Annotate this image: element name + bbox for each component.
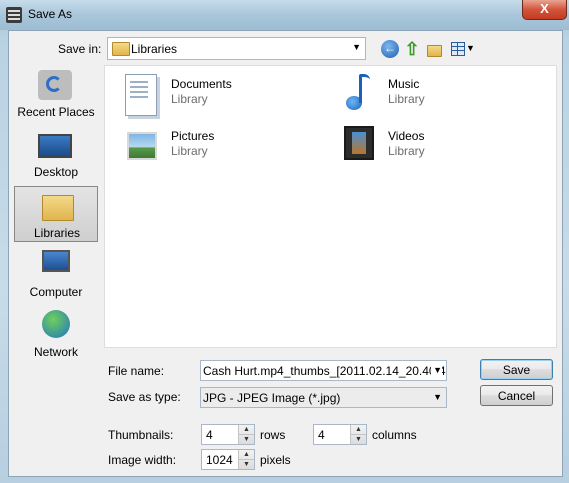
- library-music[interactable]: Music Library: [332, 74, 532, 114]
- library-name: Documents: [171, 77, 232, 91]
- rows-value: 4: [206, 428, 213, 442]
- place-label: Computer: [29, 285, 83, 299]
- spin-down-icon[interactable]: ▼: [239, 435, 254, 444]
- desktop-icon: [38, 134, 72, 158]
- cancel-button[interactable]: Cancel: [480, 385, 553, 406]
- rows-label: rows: [260, 428, 286, 442]
- pixels-label: pixels: [260, 453, 291, 467]
- app-icon: [6, 7, 22, 23]
- library-name: Videos: [388, 129, 425, 143]
- columns-spin-buttons[interactable]: ▲ ▼: [350, 425, 366, 444]
- library-type: Library: [388, 144, 425, 158]
- library-videos[interactable]: Videos Library: [332, 126, 532, 166]
- view-menu-icon[interactable]: ▼: [450, 40, 475, 58]
- network-icon: [42, 310, 70, 338]
- libraries-folder-icon: [112, 42, 130, 56]
- place-libraries[interactable]: Libraries: [14, 186, 98, 242]
- close-button[interactable]: X: [522, 0, 567, 20]
- place-desktop[interactable]: Desktop: [14, 126, 98, 182]
- library-pictures[interactable]: Pictures Library: [115, 126, 315, 166]
- spin-up-icon[interactable]: ▲: [239, 450, 254, 460]
- image-width-value: 1024: [206, 453, 233, 467]
- library-documents[interactable]: Documents Library: [115, 74, 315, 116]
- back-icon[interactable]: ←: [381, 40, 399, 58]
- library-name: Music: [388, 77, 420, 91]
- videos-icon: [344, 126, 374, 160]
- new-folder-icon[interactable]: [426, 40, 444, 58]
- save-button[interactable]: Save: [480, 359, 553, 380]
- file-name-value: Cash Hurt.mp4_thumbs_[2011.02.14_20.40.4…: [203, 364, 447, 378]
- computer-icon: [42, 250, 70, 272]
- place-computer[interactable]: Computer: [14, 246, 98, 302]
- chevron-down-icon: ▼: [352, 42, 361, 52]
- library-type: Library: [171, 144, 208, 158]
- file-name-input[interactable]: Cash Hurt.mp4_thumbs_[2011.02.14_20.40.4…: [200, 360, 447, 381]
- save-in-label: Save in:: [58, 42, 102, 56]
- save-as-type-value: JPG - JPEG Image (*.jpg): [203, 391, 341, 405]
- library-type: Library: [171, 92, 208, 106]
- spin-up-icon[interactable]: ▲: [351, 425, 366, 435]
- place-network[interactable]: Network: [14, 306, 98, 362]
- place-label: Libraries: [33, 226, 81, 240]
- chevron-down-icon: ▼: [431, 365, 442, 375]
- columns-value: 4: [318, 428, 325, 442]
- columns-label: columns: [372, 428, 417, 442]
- documents-icon: [125, 74, 157, 116]
- recent-places-icon: [38, 70, 72, 100]
- save-as-type-label: Save as type:: [108, 390, 181, 404]
- folder-icon: [42, 195, 74, 221]
- place-label: Recent Places: [17, 105, 95, 119]
- library-type: Library: [388, 92, 425, 106]
- spin-up-icon[interactable]: ▲: [239, 425, 254, 435]
- chevron-down-icon: ▼: [466, 43, 475, 53]
- places-bar: Recent Places Desktop Libraries Computer…: [14, 66, 98, 372]
- library-name: Pictures: [171, 129, 215, 143]
- image-width-label: Image width:: [108, 453, 177, 467]
- file-list[interactable]: Documents Library Music Library Pictures…: [104, 65, 557, 348]
- music-icon: [346, 74, 372, 114]
- columns-stepper[interactable]: 4 ▲ ▼: [313, 424, 367, 445]
- grid-icon: [451, 42, 465, 56]
- place-recent-places[interactable]: Recent Places: [14, 66, 98, 122]
- image-width-stepper[interactable]: 1024 ▲ ▼: [201, 449, 255, 470]
- image-width-spin-buttons[interactable]: ▲ ▼: [238, 450, 254, 469]
- up-folder-icon[interactable]: ⇧: [403, 40, 421, 58]
- rows-stepper[interactable]: 4 ▲ ▼: [201, 424, 255, 445]
- spin-down-icon[interactable]: ▼: [351, 435, 366, 444]
- title-bar: Save As X: [0, 0, 569, 30]
- place-label: Desktop: [33, 165, 79, 179]
- spin-down-icon[interactable]: ▼: [239, 460, 254, 469]
- folder-icon: [427, 45, 442, 57]
- save-in-value: Libraries: [131, 42, 178, 56]
- save-in-dropdown[interactable]: Libraries ▼: [107, 37, 366, 60]
- rows-spin-buttons[interactable]: ▲ ▼: [238, 425, 254, 444]
- window-title: Save As: [28, 7, 73, 21]
- file-name-label: File name:: [108, 364, 165, 378]
- save-as-type-dropdown[interactable]: JPG - JPEG Image (*.jpg) ▼: [200, 387, 447, 408]
- libraries-icon: [39, 191, 74, 221]
- pictures-icon: [127, 132, 157, 160]
- chevron-down-icon: ▼: [433, 392, 442, 402]
- place-label: Network: [33, 345, 78, 359]
- thumbnails-label: Thumbnails:: [108, 428, 174, 442]
